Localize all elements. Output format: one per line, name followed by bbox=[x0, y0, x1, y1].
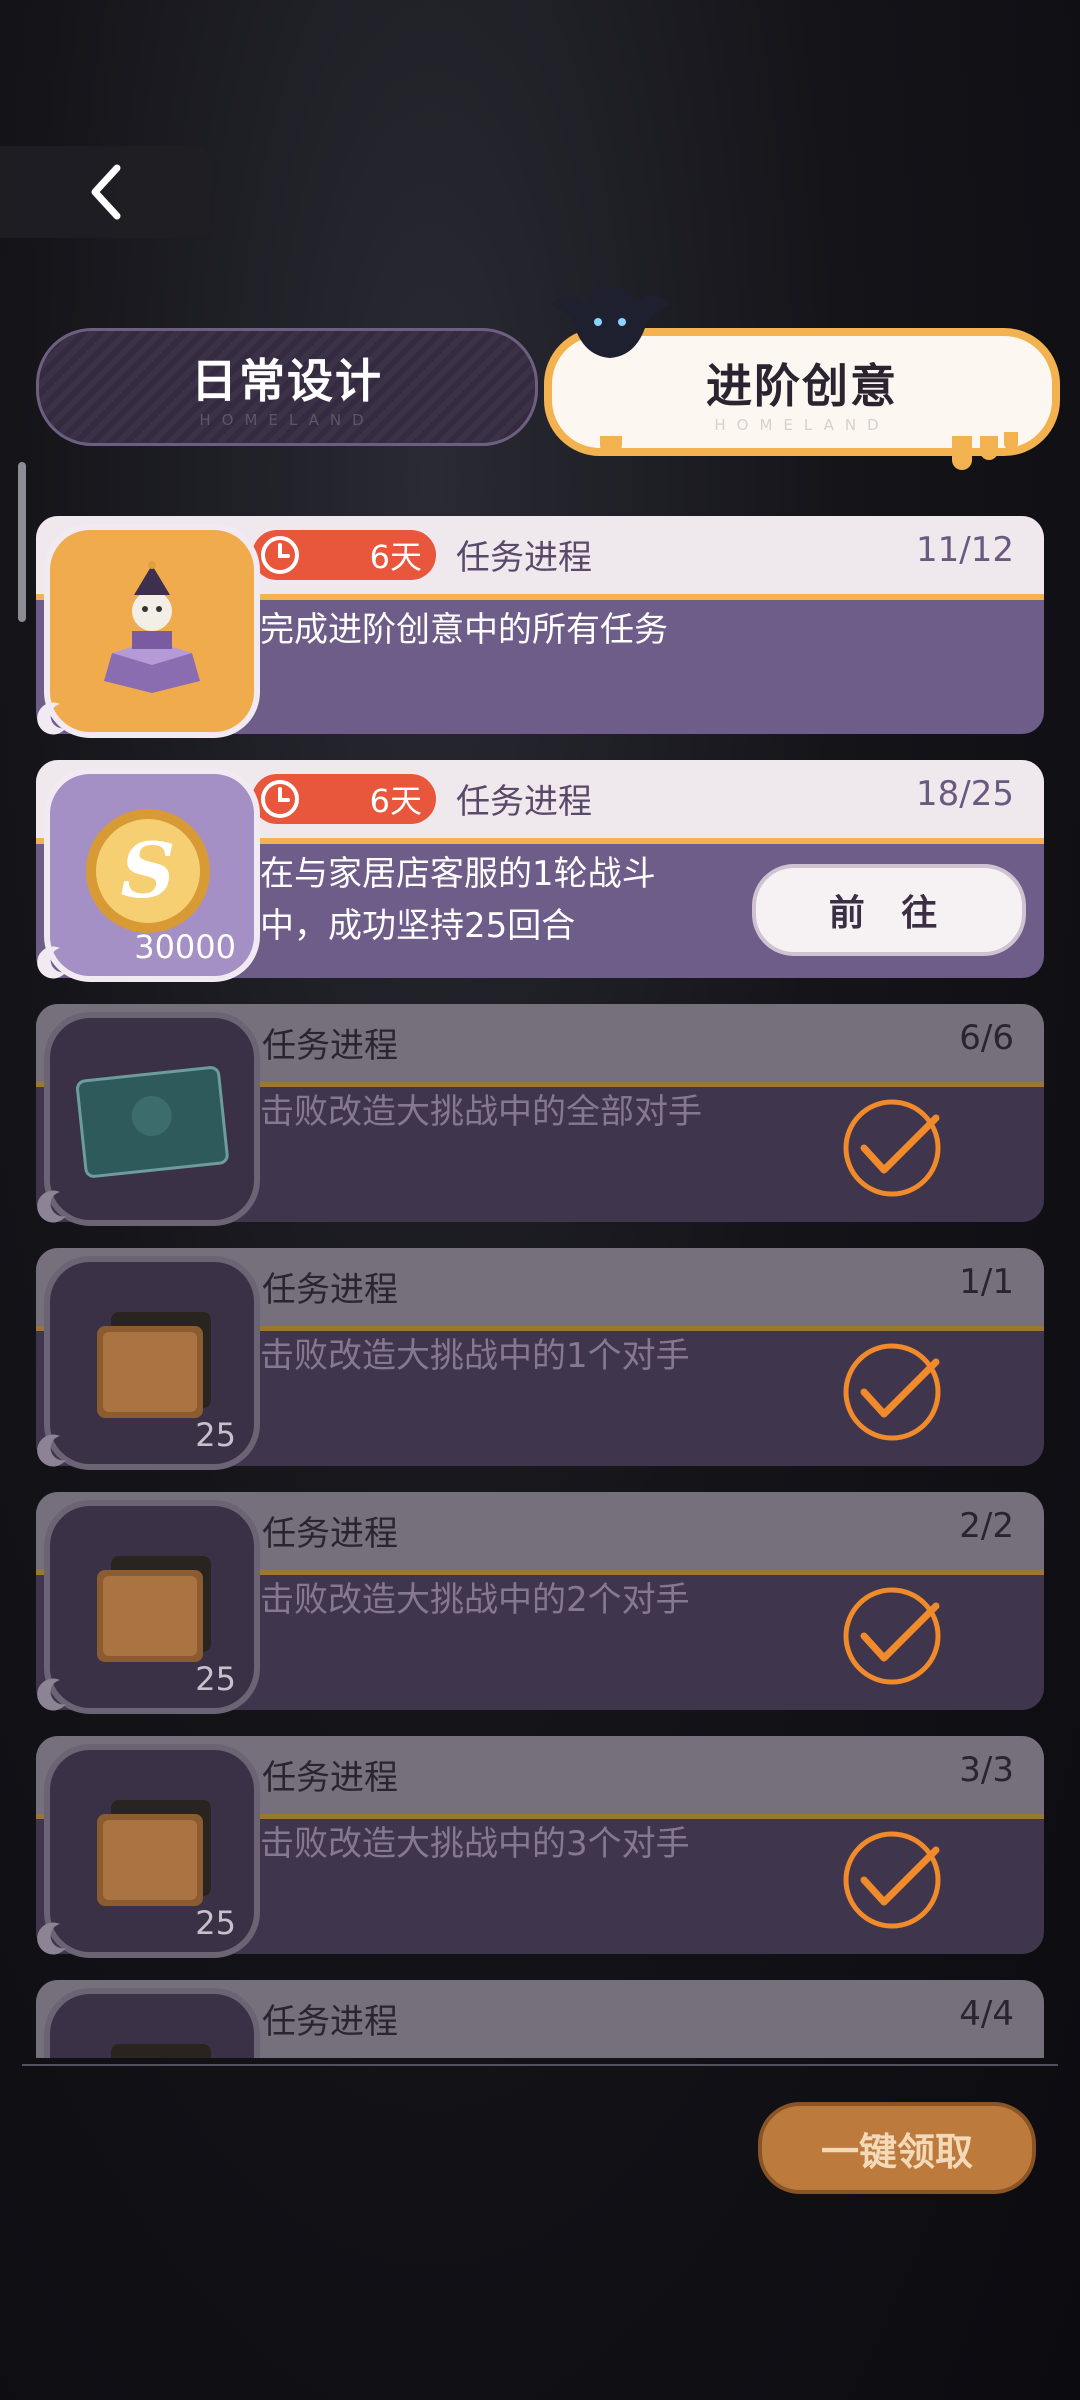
reward-slot[interactable] bbox=[44, 1012, 260, 1226]
tab-daily-design[interactable]: 日常设计 HOMELAND bbox=[36, 328, 538, 446]
moon-icon bbox=[37, 946, 66, 979]
drip-decoration bbox=[952, 436, 972, 470]
task-description: 击败改造大挑战中的3个对手 bbox=[260, 1824, 690, 1864]
timer-badge: 6天 bbox=[252, 530, 436, 580]
checkmark-icon[interactable] bbox=[840, 1340, 944, 1444]
card-icon bbox=[75, 1066, 229, 1178]
checkmark-icon[interactable] bbox=[840, 1096, 944, 1200]
checkmark-icon[interactable] bbox=[840, 1584, 944, 1688]
tab-sublabel: HOMELAND bbox=[714, 416, 890, 434]
reward-amount: 25 bbox=[195, 1904, 236, 1942]
jack-in-the-box-icon bbox=[104, 561, 200, 693]
moon-icon bbox=[37, 702, 66, 735]
coin-icon: S bbox=[86, 809, 210, 933]
wood-plank-icon bbox=[111, 2044, 211, 2058]
task-list: 6天 任务进程 11/12 完成进阶创意中的所有任务 6天 任务进程 18/25… bbox=[0, 510, 1080, 2058]
moon-icon bbox=[37, 1190, 66, 1223]
task-label: 任务进程 bbox=[456, 538, 592, 578]
reward-slot[interactable]: 25 bbox=[44, 1500, 260, 1714]
wood-plank-icon bbox=[97, 1800, 211, 1906]
task-label: 任务进程 bbox=[262, 1270, 398, 1310]
task-description: 击败改造大挑战中的2个对手 bbox=[260, 1580, 690, 1620]
drip-decoration bbox=[1004, 432, 1018, 450]
task-progress: 6/6 bbox=[959, 1018, 1014, 1058]
task-label: 任务进程 bbox=[262, 2002, 398, 2042]
reward-slot[interactable]: 25 bbox=[44, 1744, 260, 1958]
task-card: 6天 任务进程 11/12 完成进阶创意中的所有任务 bbox=[36, 516, 1044, 738]
tab-sublabel: HOMELAND bbox=[199, 411, 375, 429]
clock-icon bbox=[261, 536, 299, 574]
task-progress: 3/3 bbox=[959, 1750, 1014, 1790]
task-progress: 2/2 bbox=[959, 1506, 1014, 1546]
task-description: 在与家居店客服的1轮战斗 中，成功坚持25回合 bbox=[260, 854, 656, 946]
chevron-left-icon bbox=[91, 164, 121, 220]
task-description: 击败改造大挑战中的1个对手 bbox=[260, 1336, 690, 1376]
task-label: 任务进程 bbox=[262, 1026, 398, 1066]
bat-icon bbox=[550, 287, 670, 358]
tab-label: 日常设计 bbox=[191, 354, 383, 408]
task-label: 任务进程 bbox=[262, 1514, 398, 1554]
back-button[interactable] bbox=[0, 146, 210, 238]
moon-icon bbox=[37, 1434, 66, 1467]
reward-slot[interactable]: 25 bbox=[44, 1256, 260, 1470]
task-card: 任务进程 2/2 击败改造大挑战中的2个对手 25 bbox=[36, 1492, 1044, 1714]
divider bbox=[22, 2064, 1058, 2066]
moon-icon bbox=[37, 1678, 66, 1711]
task-progress: 4/4 bbox=[959, 1994, 1014, 2034]
drip-decoration bbox=[980, 436, 998, 460]
task-description: 击败改造大挑战中的全部对手 bbox=[260, 1092, 702, 1132]
task-card: 任务进程 3/3 击败改造大挑战中的3个对手 25 bbox=[36, 1736, 1044, 1958]
task-label: 任务进程 bbox=[262, 1758, 398, 1798]
go-button[interactable]: 前 往 bbox=[752, 864, 1026, 956]
task-description: 完成进阶创意中的所有任务 bbox=[260, 610, 668, 650]
task-card: 任务进程 6/6 击败改造大挑战中的全部对手 bbox=[36, 1004, 1044, 1226]
checkmark-icon[interactable] bbox=[840, 1828, 944, 1932]
reward-amount: 30000 bbox=[134, 928, 236, 966]
reward-amount: 25 bbox=[195, 1416, 236, 1454]
task-progress: 18/25 bbox=[916, 774, 1014, 814]
clock-icon bbox=[261, 780, 299, 818]
claim-all-button[interactable]: 一键领取 bbox=[758, 2102, 1036, 2194]
moon-icon bbox=[37, 1922, 66, 1955]
task-progress: 11/12 bbox=[916, 530, 1014, 570]
wood-plank-icon bbox=[97, 1312, 211, 1418]
wood-plank-icon bbox=[97, 1556, 211, 1662]
task-progress: 1/1 bbox=[959, 1262, 1014, 1302]
reward-slot[interactable] bbox=[44, 524, 260, 738]
reward-slot[interactable]: S 30000 bbox=[44, 768, 260, 982]
task-label: 任务进程 bbox=[456, 782, 592, 822]
reward-amount: 25 bbox=[195, 1660, 236, 1698]
task-card: 6天 任务进程 18/25 在与家居店客服的1轮战斗 中，成功坚持25回合 前 … bbox=[36, 760, 1044, 982]
reward-slot[interactable] bbox=[44, 1988, 260, 2058]
task-card: 任务进程 1/1 击败改造大挑战中的1个对手 25 bbox=[36, 1248, 1044, 1470]
tab-label: 进阶创意 bbox=[706, 359, 898, 413]
svg-text:S: S bbox=[121, 826, 176, 915]
task-card: 任务进程 4/4 bbox=[36, 1980, 1044, 2058]
timer-badge: 6天 bbox=[252, 774, 436, 824]
